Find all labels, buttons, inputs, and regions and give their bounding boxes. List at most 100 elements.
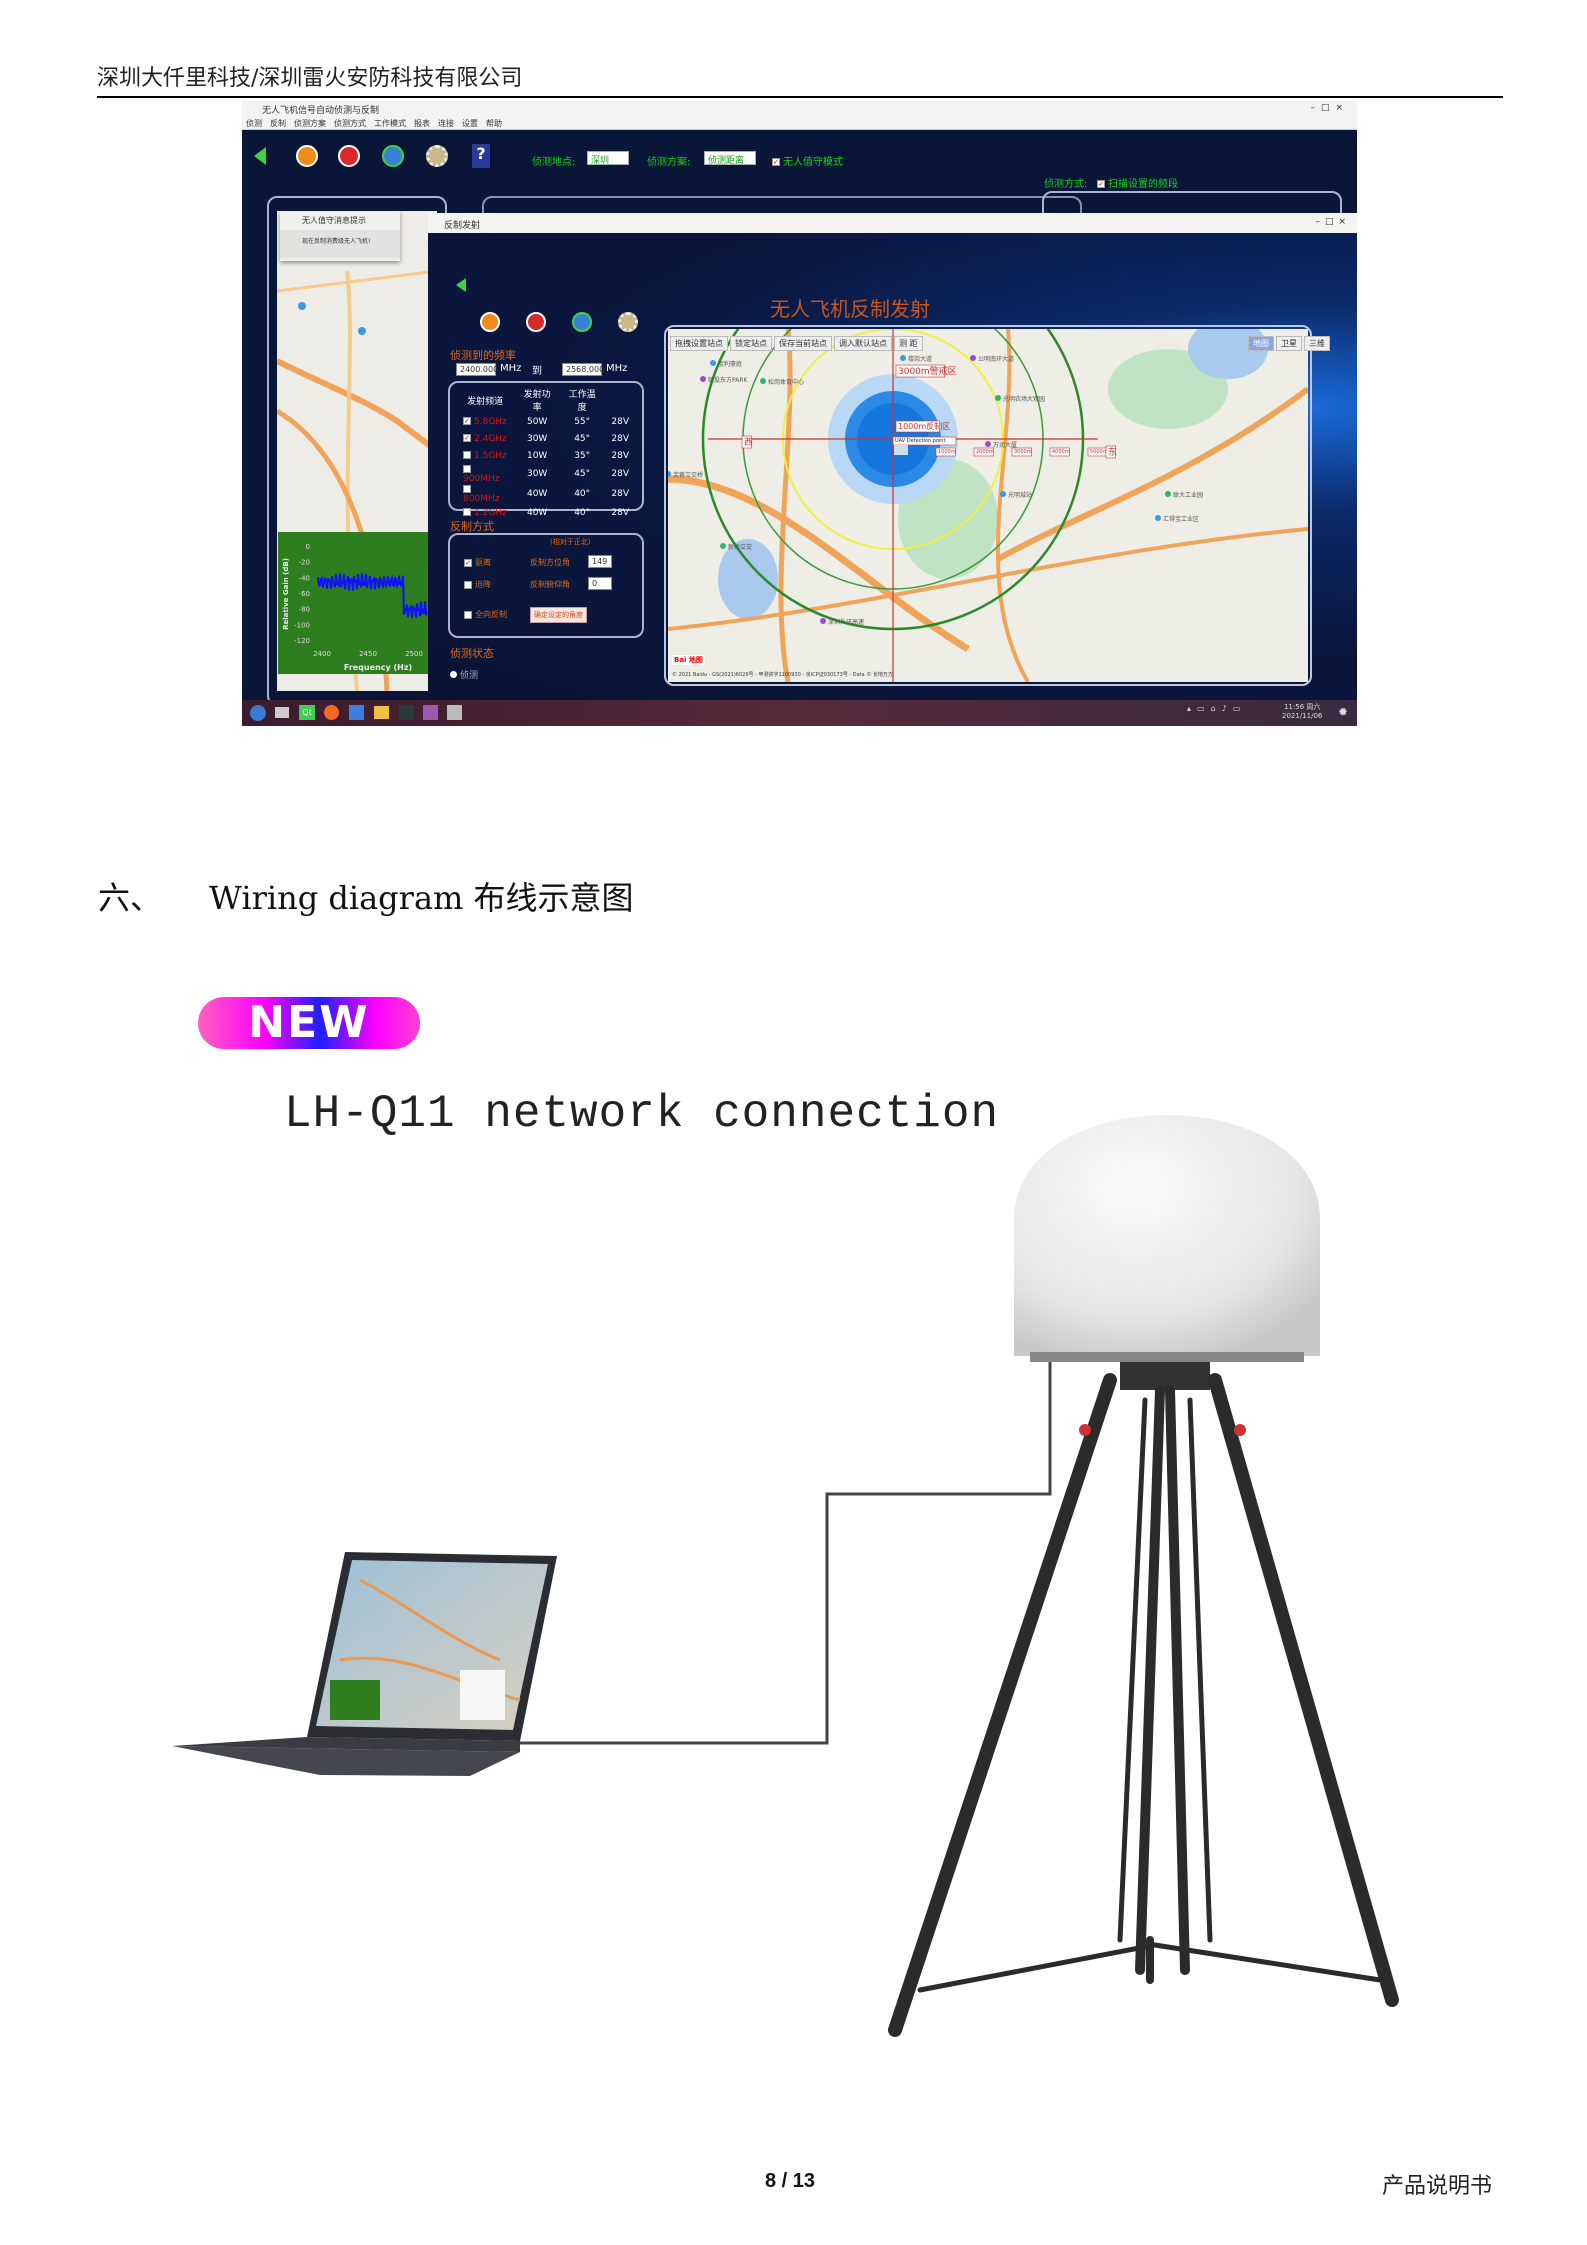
wps-icon[interactable] — [349, 705, 364, 720]
section-number: 六、 — [98, 879, 163, 917]
map-tool-button[interactable]: 锁定站点 — [730, 336, 772, 351]
unit-label: MHz — [500, 363, 522, 374]
map-place-label: 松岗体育中心 — [768, 378, 804, 386]
channel-temp: 40° — [574, 507, 591, 518]
menu-item[interactable]: 设置 — [462, 119, 478, 128]
firefox-icon[interactable] — [324, 705, 339, 720]
confirm-angle-button[interactable]: 确定设定的角度 — [530, 607, 587, 623]
channel-band[interactable]: ✓ 5.8GHz — [456, 413, 514, 430]
menu-item[interactable]: 侦测方案 — [294, 119, 326, 128]
location-icon[interactable] — [572, 312, 592, 332]
map-toolbar: 拖拽设置站点 锁定站点 保存当前站点 调入默认站点测 距 — [670, 331, 925, 351]
y-tick-label: -20 — [299, 559, 310, 567]
map-type-button[interactable]: 地图 — [1248, 336, 1274, 351]
mode-note: (相对于正北) — [550, 538, 591, 546]
map-type-button[interactable]: 卫星 — [1276, 336, 1302, 351]
stop-icon[interactable] — [526, 312, 546, 332]
play-icon[interactable] — [480, 312, 500, 332]
app-icon[interactable] — [423, 705, 438, 720]
channel-temp: 35° — [574, 450, 591, 461]
mode-drive-away[interactable]: ✓ 驱离 — [464, 557, 491, 568]
azimuth-input[interactable]: 149 — [588, 555, 612, 568]
poi-icon[interactable] — [1165, 491, 1171, 497]
tray-icons[interactable]: ▴▭⌂♪▭ — [1187, 704, 1246, 713]
map-type-button[interactable]: 三维 — [1304, 336, 1330, 351]
location-select[interactable]: 深圳 — [587, 151, 629, 166]
mode-omni[interactable]: 全向反制 — [464, 609, 507, 620]
freq-to-input[interactable]: 2568.000 — [562, 363, 604, 376]
detect-mode-checkbox[interactable]: ✓ 扫描设置的频段 — [1097, 175, 1178, 190]
status-label: 侦测状态 — [450, 647, 494, 660]
map-tool-button[interactable]: 保存当前站点 — [774, 336, 832, 351]
ring-distance-label: 3000m — [1014, 449, 1032, 455]
counter-window-title: 反制发射 — [444, 221, 481, 231]
poi-icon[interactable] — [985, 441, 991, 447]
map-tool-button[interactable]: 拖拽设置站点 — [670, 336, 728, 351]
elevation-input[interactable]: 0 — [588, 577, 612, 590]
channel-band[interactable]: 800MHz — [456, 484, 514, 504]
menu-item[interactable]: 侦测 — [246, 119, 262, 128]
channel-temp: 45° — [574, 433, 591, 444]
poi-icon[interactable] — [900, 355, 906, 361]
mode-force-land[interactable]: 迫降 — [464, 579, 491, 590]
counter-heading: 无人飞机反制发射 — [770, 297, 930, 321]
map-tool-button[interactable]: 测 距 — [894, 336, 923, 351]
menu-bar: 侦测 反制 侦测方案 侦测方式 工作模式 报表 连接 设置 帮助 — [242, 117, 1357, 130]
channel-row: ✓ 2.4GHz 30W 45° 28V — [456, 430, 636, 447]
menu-item[interactable]: 帮助 — [486, 119, 502, 128]
poi-icon[interactable] — [1000, 491, 1006, 497]
back-arrow-icon[interactable] — [456, 278, 466, 292]
elevation-label: 反制俯仰角 — [530, 580, 570, 589]
baidu-map[interactable]: 3000m警戒区 1000m反制区 UAV Detection point 1000m… — [668, 329, 1308, 682]
wiring-diagram — [172, 1115, 1399, 2037]
scheme-select[interactable]: 侦测距离 — [704, 151, 756, 166]
location-label: 侦测地点: — [532, 157, 576, 168]
map-tool-button[interactable]: 调入默认站点 — [834, 336, 892, 351]
menu-item[interactable]: 侦测方式 — [334, 119, 366, 128]
windows-icon[interactable] — [275, 707, 289, 718]
map-place-label: 深圳外环高速 — [828, 618, 864, 626]
poi-icon[interactable] — [710, 360, 716, 366]
x-tick-label: 2450 — [359, 650, 377, 658]
station-icon — [894, 445, 908, 455]
menu-item[interactable]: 连接 — [438, 119, 454, 128]
poi-icon[interactable] — [970, 355, 976, 361]
folder-icon[interactable] — [374, 706, 389, 719]
stop-icon[interactable] — [338, 145, 360, 167]
detect-mode-label: 侦测方式: — [1044, 179, 1088, 190]
start-icon[interactable] — [250, 705, 266, 721]
back-arrow-icon[interactable] — [254, 147, 266, 165]
to-label: 到 — [532, 366, 542, 377]
active-window-icon[interactable] — [447, 705, 462, 720]
terminal-icon[interactable] — [399, 705, 414, 720]
poi-icon[interactable] — [720, 543, 726, 549]
channel-band[interactable]: 1.5GHz — [456, 447, 514, 464]
menu-item[interactable]: 报表 — [414, 119, 430, 128]
gear-icon[interactable] — [618, 312, 638, 332]
baidu-logo: Bai 地图 — [672, 655, 705, 665]
poi-icon[interactable] — [1155, 515, 1161, 521]
table-header: 工作温度 — [568, 390, 596, 413]
channel-band[interactable]: 900MHz — [456, 464, 514, 484]
poi-icon[interactable] — [820, 618, 826, 624]
poi-icon[interactable] — [760, 378, 766, 384]
play-icon[interactable] — [296, 145, 318, 167]
software-screenshot: 无人飞机信号自动侦测与反制 –□× 侦测 反制 侦测方案 侦测方式 工作模式 报表 连接 设置… — [242, 101, 1357, 726]
menu-item[interactable]: 工作模式 — [374, 119, 406, 128]
window-controls[interactable]: –□× — [1310, 103, 1349, 113]
clock[interactable]: 11:56 周六 2021/11/06 — [1282, 702, 1322, 720]
poi-icon[interactable] — [700, 376, 706, 382]
unattended-checkbox[interactable]: ✓ 无人值守模式 — [772, 153, 843, 168]
freq-from-input[interactable]: 2400.000 — [456, 363, 498, 376]
menu-item[interactable]: 反制 — [270, 119, 286, 128]
status-radio[interactable]: 侦测 — [450, 668, 478, 681]
gear-icon[interactable] — [426, 145, 448, 167]
channel-band[interactable]: ✓ 2.4GHz — [456, 430, 514, 447]
poi-icon[interactable] — [995, 395, 1001, 401]
section-heading: 六、 Wiring diagram 布线示意图 — [98, 873, 634, 919]
settings-tray-icon[interactable]: ✹ — [1338, 705, 1348, 719]
location-icon[interactable] — [382, 145, 404, 167]
qt-icon[interactable]: Qt — [299, 705, 315, 720]
counter-window-controls[interactable]: –□× — [1315, 217, 1351, 227]
help-icon[interactable]: ? — [472, 144, 490, 168]
